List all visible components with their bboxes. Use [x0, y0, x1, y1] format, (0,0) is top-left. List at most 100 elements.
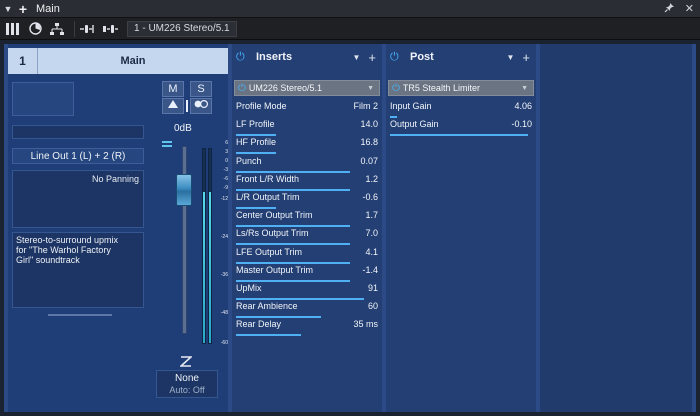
db-readout: 0dB	[174, 123, 192, 134]
meter-scale-tick: -9	[223, 185, 228, 191]
inserts-param-row[interactable]: Center Output Trim 1.7	[234, 209, 380, 228]
post-param-level-bar[interactable]	[390, 134, 528, 137]
inserts-param-label: Ls/Rs Output Trim	[236, 228, 309, 239]
link-icon[interactable]	[162, 139, 172, 151]
post-plugin-dropdown-icon[interactable]: ▼	[521, 85, 528, 92]
inserts-param-row[interactable]: Rear Delay 35 ms	[234, 318, 380, 337]
notes-resize-handle[interactable]	[48, 314, 112, 316]
pin-icon[interactable]	[664, 2, 675, 16]
panning-label: No Panning	[91, 174, 139, 184]
inserts-add-icon[interactable]: +	[368, 50, 376, 65]
inserts-param-row[interactable]: LFE Output Trim 4.1	[234, 246, 380, 264]
panner-display[interactable]: No Panning	[12, 170, 144, 228]
meter-scale-tick: -6	[223, 176, 228, 182]
mixer-view-icon[interactable]	[4, 21, 22, 37]
inserts-plugin-name: UM226 Stereo/5.1	[248, 83, 322, 93]
inserts-param-level-bar[interactable]	[236, 334, 302, 337]
inserts-panel: ⏻ Inserts ▼ + ⏻ UM226 Stereo/5.1 ▼ Profi…	[232, 44, 382, 412]
post-param-value: -0.10	[511, 119, 532, 130]
inserts-param-label: HF Profile	[236, 137, 277, 148]
inserts-param-label: Rear Ambience	[236, 301, 298, 312]
inserts-param-row[interactable]: UpMix 91	[234, 282, 380, 300]
post-plugin-power-icon[interactable]: ⏻	[392, 83, 400, 94]
inserts-param-value: 1.7	[365, 210, 378, 221]
io-device-label[interactable]: 1 - UM226 Stereo/5.1	[127, 20, 237, 37]
solo-button[interactable]: S	[190, 81, 212, 97]
plugin-dropdown-icon[interactable]: ▼	[367, 85, 374, 92]
mute-button[interactable]: M	[162, 81, 184, 97]
input-selector[interactable]	[12, 125, 144, 139]
meter-scale-tick: 3	[225, 149, 228, 155]
inserts-param-row[interactable]: Ls/Rs Output Trim 7.0	[234, 227, 380, 246]
channel-color-swatch[interactable]	[12, 82, 74, 116]
automation-icon[interactable]	[178, 356, 194, 370]
post-param-row[interactable]: Input Gain 4.06	[388, 100, 534, 118]
post-param-value: 4.06	[514, 101, 532, 111]
inserts-param-value: 16.8	[360, 137, 378, 148]
inserts-param-value: 91	[367, 283, 378, 293]
inserts-title: Inserts	[256, 51, 293, 63]
collapse-chevron-icon[interactable]: ▼	[0, 4, 16, 14]
output-label: Line Out 1 (L) + 2 (R)	[30, 150, 126, 162]
inserts-param-label: L/R Output Trim	[236, 192, 300, 202]
level-meter-left-fill	[203, 191, 205, 343]
metronome-icon[interactable]	[26, 21, 44, 37]
post-panel: ⏻ Post ▼ + ⏻ TR5 Stealth Limiter ▼ Input…	[386, 44, 536, 412]
toolbar-divider	[74, 20, 75, 37]
inserts-param-row[interactable]: L/R Output Trim -0.6	[234, 191, 380, 209]
post-param-label: Output Gain	[390, 119, 439, 130]
channel-name: Main	[120, 55, 146, 67]
channel-header[interactable]: 1 Main	[8, 48, 228, 74]
inserts-param-value: 7.0	[365, 228, 378, 239]
routing-icon[interactable]	[48, 21, 66, 37]
channel-notes[interactable]: Stereo-to-surround upmix for "The Warhol…	[12, 232, 144, 308]
inserts-menu-arrow-icon[interactable]: ▼	[352, 53, 360, 62]
inserts-power-icon[interactable]: ⏻	[236, 51, 250, 64]
inserts-param-label: Profile Mode	[236, 101, 287, 111]
meter-scale-tick: -12	[220, 196, 228, 202]
inserts-param-value: 0.07	[360, 155, 378, 166]
toolbar: 1 - UM226 Stereo/5.1	[0, 18, 700, 40]
post-param-row[interactable]: Output Gain -0.10	[388, 118, 534, 137]
speaker-icon	[184, 100, 190, 115]
title-bar: ▼ + Main ✕	[0, 0, 700, 18]
inserts-param-row[interactable]: Profile Mode Film 2	[234, 100, 380, 118]
post-header: ⏻ Post ▼ +	[386, 44, 536, 70]
record-arm-button[interactable]	[162, 98, 184, 114]
meter-scale-tick: -36	[220, 272, 228, 278]
automation-mode: None	[175, 373, 199, 384]
monitor-button[interactable]	[190, 98, 212, 114]
post-power-icon[interactable]: ⏻	[390, 51, 404, 64]
inserts-param-label: Rear Delay	[236, 319, 282, 330]
inserts-param-row[interactable]: HF Profile 16.8	[234, 136, 380, 155]
inserts-plugin-slot[interactable]: ⏻ UM226 Stereo/5.1 ▼	[234, 80, 380, 96]
plugin-power-icon[interactable]: ⏻	[238, 83, 246, 94]
post-menu-arrow-icon[interactable]: ▼	[506, 53, 514, 62]
volume-fader-knob[interactable]	[176, 174, 192, 207]
inserts-param-label: UpMix	[236, 283, 262, 293]
inserts-param-row[interactable]: LF Profile 14.0	[234, 118, 380, 137]
inserts-header: ⏻ Inserts ▼ +	[232, 44, 382, 70]
inserts-param-row[interactable]: Punch 0.07	[234, 155, 380, 173]
inserts-param-value: 35 ms	[353, 319, 378, 330]
output-controls-icon[interactable]	[101, 21, 119, 37]
post-add-icon[interactable]: +	[522, 50, 530, 65]
automation-mode-box[interactable]: None Auto: Off	[156, 370, 218, 398]
monitor-icon	[194, 99, 209, 109]
inserts-param-row[interactable]: Front L/R Width 1.2	[234, 173, 380, 191]
level-meter-right	[208, 148, 212, 344]
close-icon[interactable]: ✕	[685, 2, 694, 16]
inserts-param-value: 60	[367, 301, 378, 312]
input-controls-icon[interactable]	[79, 21, 97, 37]
inserts-param-row[interactable]: Master Output Trim -1.4	[234, 264, 380, 282]
inserts-param-value: 1.2	[365, 173, 378, 184]
inserts-param-label: Front L/R Width	[236, 173, 300, 184]
inserts-param-row[interactable]: Rear Ambience 60	[234, 300, 380, 319]
notes-text: Stereo-to-surround upmix for "The Warhol…	[16, 235, 119, 265]
output-selector[interactable]: Line Out 1 (L) + 2 (R)	[12, 148, 144, 164]
window-title: Main	[36, 2, 60, 15]
inserts-param-label: LF Profile	[236, 119, 275, 130]
automation-state: Auto: Off	[169, 385, 205, 395]
add-icon[interactable]: +	[16, 2, 30, 16]
post-plugin-slot[interactable]: ⏻ TR5 Stealth Limiter ▼	[388, 80, 534, 96]
